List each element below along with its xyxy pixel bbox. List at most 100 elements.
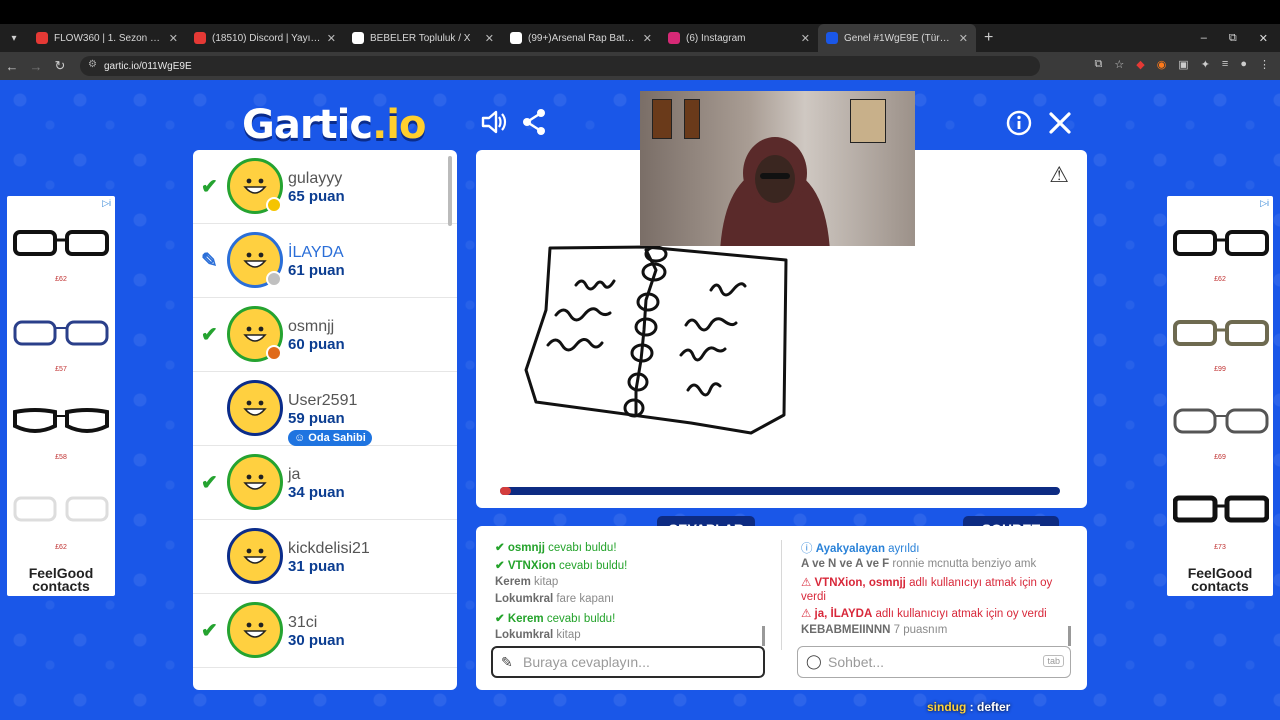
player-name: osmnjj [288, 318, 335, 335]
status-dot [266, 271, 282, 287]
avatar[interactable] [227, 454, 283, 510]
report-warning-icon[interactable]: ⚠ [1049, 162, 1069, 188]
menu-kebab-icon[interactable]: ⋮ [1259, 58, 1270, 71]
round-timer-bar [500, 487, 1060, 495]
browser-tab[interactable]: (18510) Discord | Yayın Oda ✕ [186, 24, 344, 52]
sound-icon[interactable] [480, 108, 508, 143]
avatar[interactable] [227, 528, 283, 584]
chat-entry: ⓘ Ayakyalayan ayrıldı [801, 540, 1071, 558]
back-icon[interactable]: ← [0, 59, 24, 74]
gartic-game-area: Gartic.io ▷i £62 £57 £58 £62 FeelGood co… [0, 80, 1280, 720]
extension-icon[interactable]: ◆ [1136, 58, 1144, 71]
chat-input[interactable]: ◯ Sohbet... tab [797, 646, 1071, 678]
answer-entry: ✔ osmnjj cevabı buldu! [495, 540, 765, 558]
extension-icon[interactable]: ▣ [1178, 58, 1188, 71]
screen-top-border [0, 0, 1280, 24]
answer-entry: Kerem kitap [495, 576, 765, 594]
tab-title: (18510) Discord | Yayın Oda [212, 32, 321, 44]
status-dot [266, 345, 282, 361]
chat-entry: ⚠ ja, İLAYDA adlı kullanıcıyı atmak için… [801, 607, 1071, 621]
warning-icon: ⚠ [801, 576, 815, 589]
chat-bubble-icon: ◯ [806, 653, 822, 669]
chat-user: A ve N ve A ve F [801, 557, 890, 570]
tab-close-icon[interactable]: ✕ [959, 32, 968, 45]
glasses-image [1173, 320, 1269, 346]
player-points: 34 puan [288, 484, 345, 501]
info-icon: ⓘ [801, 543, 816, 555]
avatar[interactable] [227, 602, 283, 658]
ad-price: £62 [1214, 276, 1226, 283]
glasses-image [13, 408, 109, 433]
tab-close-icon[interactable]: ✕ [485, 32, 494, 45]
install-app-icon[interactable]: ⧉ [1094, 58, 1102, 71]
tab-close-icon[interactable]: ✕ [643, 32, 652, 45]
chat-placeholder: Sohbet... [828, 654, 885, 670]
reload-icon[interactable]: ↻ [48, 58, 72, 74]
extension-icon[interactable]: ◉ [1157, 58, 1167, 71]
exit-close-icon[interactable] [1047, 110, 1073, 143]
player-points: 61 puan [288, 262, 345, 279]
bookmark-star-icon[interactable]: ☆ [1114, 58, 1124, 71]
player-row: kickdelisi21 31 puan [193, 520, 457, 594]
player-name: ja [288, 466, 301, 483]
url-field[interactable]: ⚙ gartic.io/011WgE9E [80, 56, 1040, 76]
chat-user: KEBABMEİİNNN [801, 623, 891, 636]
browser-tab[interactable]: (6) Instagram ✕ [660, 24, 818, 52]
info-icon[interactable] [1006, 110, 1032, 143]
answer-input[interactable]: ✎ Buraya cevaplayın... [491, 646, 765, 678]
browser-tab[interactable]: Genel #1WgE9E (Türkçe) - ✕ [818, 24, 976, 52]
forward-icon[interactable]: → [24, 59, 48, 74]
chat-scrollbar[interactable] [1068, 626, 1071, 646]
answers-scrollbar[interactable] [762, 626, 765, 646]
right-ad-banner[interactable]: ▷i £62 £99 £69 £73 FeelGood contacts [1167, 196, 1273, 596]
checkmark-icon: ✔ [201, 620, 218, 642]
ad-choices-icon[interactable]: ▷i [102, 198, 111, 209]
minimize-button[interactable]: – [1201, 32, 1207, 44]
left-ad-banner[interactable]: ▷i £62 £57 £58 £62 FeelGood contacts [7, 196, 115, 596]
browser-tab[interactable]: BEBELER Topluluk / X ✕ [344, 24, 502, 52]
ad-price: £58 [55, 454, 67, 461]
logo-suffix: .io [372, 102, 426, 148]
player-points: 30 puan [288, 632, 345, 649]
answer-user: osmnjj [507, 542, 545, 554]
extensions-area: ⧉ ☆ ◆ ◉ ▣ ✦ ≡ ● ⋮ [1094, 58, 1270, 71]
answer-user: VTNXion [507, 559, 556, 572]
smiley-face [243, 474, 267, 490]
pencil-drawing-icon: ✎ [201, 250, 218, 272]
player-list-scrollbar[interactable] [448, 156, 452, 226]
tab-close-icon[interactable]: ✕ [169, 32, 178, 45]
streamer-webcam-overlay [640, 91, 915, 246]
ad-choices-icon[interactable]: ▷i [1260, 198, 1269, 209]
player-name: User2591 [288, 392, 358, 409]
avatar[interactable] [227, 380, 283, 436]
browser-tab[interactable]: (99+)Arsenal Rap Battle Highlig ✕ [502, 24, 660, 52]
tab-search-chevron-icon[interactable]: ▾ [0, 24, 28, 52]
wall-poster [684, 99, 700, 139]
new-tab-button[interactable]: + [984, 29, 993, 47]
avatar[interactable] [227, 232, 283, 288]
stream-caption: sindug : defter [927, 700, 1010, 714]
player-row: ✔ gulayyy 65 puan [193, 150, 457, 224]
profile-avatar[interactable]: ● [1240, 58, 1247, 71]
avatar[interactable] [227, 306, 283, 362]
chat-entry: KEBABMEİİNNN 7 puasnım [801, 624, 1071, 642]
site-info-icon[interactable]: ⚙ [88, 59, 97, 70]
answer-entry: ✔ Kerem cevabı buldu! [495, 611, 765, 629]
media-control-icon[interactable]: ≡ [1222, 58, 1228, 71]
answers-chat-panel: ✔ osmnjj cevabı buldu! ✔ VTNXion cevabı b… [476, 526, 1087, 690]
wall-poster [850, 99, 886, 143]
share-icon[interactable] [521, 108, 547, 143]
tab-title: Genel #1WgE9E (Türkçe) - [844, 32, 953, 44]
player-name: 31ci [288, 614, 318, 631]
chat-log: ⓘ Ayakyalayan ayrıldı A ve N ve A ve F ro… [801, 540, 1071, 648]
ad-price: £57 [55, 366, 67, 373]
panel-divider [781, 540, 782, 650]
extensions-puzzle-icon[interactable]: ✦ [1201, 58, 1210, 71]
browser-tab[interactable]: FLOW360 | 1. Sezon 2. Bölüm - ✕ [28, 24, 186, 52]
tab-close-icon[interactable]: ✕ [801, 32, 810, 45]
tab-close-icon[interactable]: ✕ [327, 32, 336, 45]
avatar[interactable] [227, 158, 283, 214]
close-window-button[interactable]: ✕ [1259, 32, 1268, 45]
restore-button[interactable]: ⧉ [1229, 32, 1237, 45]
answer-text: kitap [553, 628, 581, 641]
